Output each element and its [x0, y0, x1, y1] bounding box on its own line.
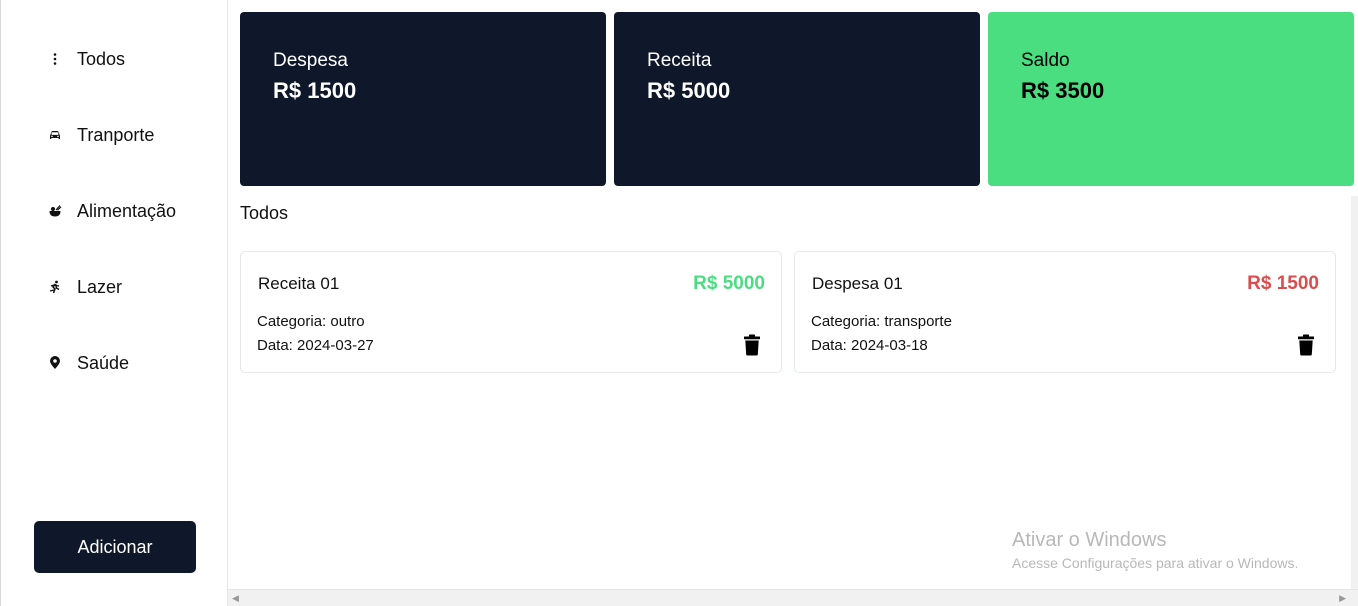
scroll-right-arrow-icon[interactable]: ▶ — [1339, 593, 1346, 604]
running-person-icon — [47, 279, 63, 295]
transaction-date: Data: 2024-03-18 — [811, 337, 928, 354]
sidebar-item-transporte[interactable]: Tranporte — [47, 120, 154, 150]
trash-icon[interactable] — [1297, 334, 1315, 356]
transaction-date: Data: 2024-03-27 — [257, 337, 374, 354]
sidebar-item-todos[interactable]: Todos — [47, 44, 125, 74]
scroll-left-arrow-icon[interactable]: ◀ — [232, 593, 239, 604]
trash-icon[interactable] — [743, 334, 761, 356]
sidebar-item-label: Tranporte — [77, 124, 155, 145]
income-summary-label: Receita — [647, 50, 712, 71]
transaction-amount: R$ 1500 — [1247, 273, 1319, 294]
location-pin-icon — [47, 355, 63, 371]
sidebar-item-lazer[interactable]: Lazer — [47, 272, 122, 302]
windows-activation-title: Ativar o Windows — [1012, 529, 1167, 551]
vertical-dots-icon — [47, 51, 63, 67]
sidebar-item-label: Todos — [77, 48, 126, 69]
transaction-category: Categoria: outro — [257, 313, 365, 330]
transaction-category: Categoria: transporte — [811, 313, 952, 330]
sidebar-item-saude[interactable]: Saúde — [47, 348, 129, 378]
sidebar-item-label: Saúde — [77, 352, 130, 373]
vertical-scrollbar[interactable] — [1351, 196, 1358, 606]
sidebar-item-label: Lazer — [77, 276, 123, 297]
income-summary-card: Receita R$ 5000 — [614, 12, 980, 186]
transaction-name: Despesa 01 — [812, 274, 903, 293]
expense-summary-label: Despesa — [273, 50, 348, 71]
balance-summary-value: R$ 3500 — [1021, 78, 1105, 103]
sidebar-item-alimentacao[interactable]: Alimentação — [47, 196, 176, 226]
income-summary-value: R$ 5000 — [647, 78, 731, 103]
windows-activation-subtitle: Acesse Configurações para ativar o Windo… — [1012, 555, 1299, 571]
balance-summary-card: Saldo R$ 3500 — [988, 12, 1354, 186]
transaction-amount: R$ 5000 — [693, 273, 765, 294]
bowl-food-icon — [47, 203, 63, 219]
sidebar: Todos Tranporte Alimentação Lazer Saúde … — [0, 0, 228, 606]
transaction-card-income: Receita 01 R$ 5000 Categoria: outro Data… — [240, 251, 782, 373]
expense-summary-value: R$ 1500 — [273, 78, 357, 103]
add-button[interactable]: Adicionar — [34, 521, 196, 573]
car-icon — [47, 127, 63, 143]
section-title: Todos — [240, 203, 289, 223]
balance-summary-label: Saldo — [1021, 50, 1070, 71]
transaction-card-expense: Despesa 01 R$ 1500 Categoria: transporte… — [794, 251, 1336, 373]
sidebar-item-label: Alimentação — [77, 200, 177, 221]
horizontal-scrollbar[interactable]: ◀ ▶ — [228, 589, 1358, 606]
expense-summary-card: Despesa R$ 1500 — [240, 12, 606, 186]
transaction-name: Receita 01 — [258, 274, 340, 293]
